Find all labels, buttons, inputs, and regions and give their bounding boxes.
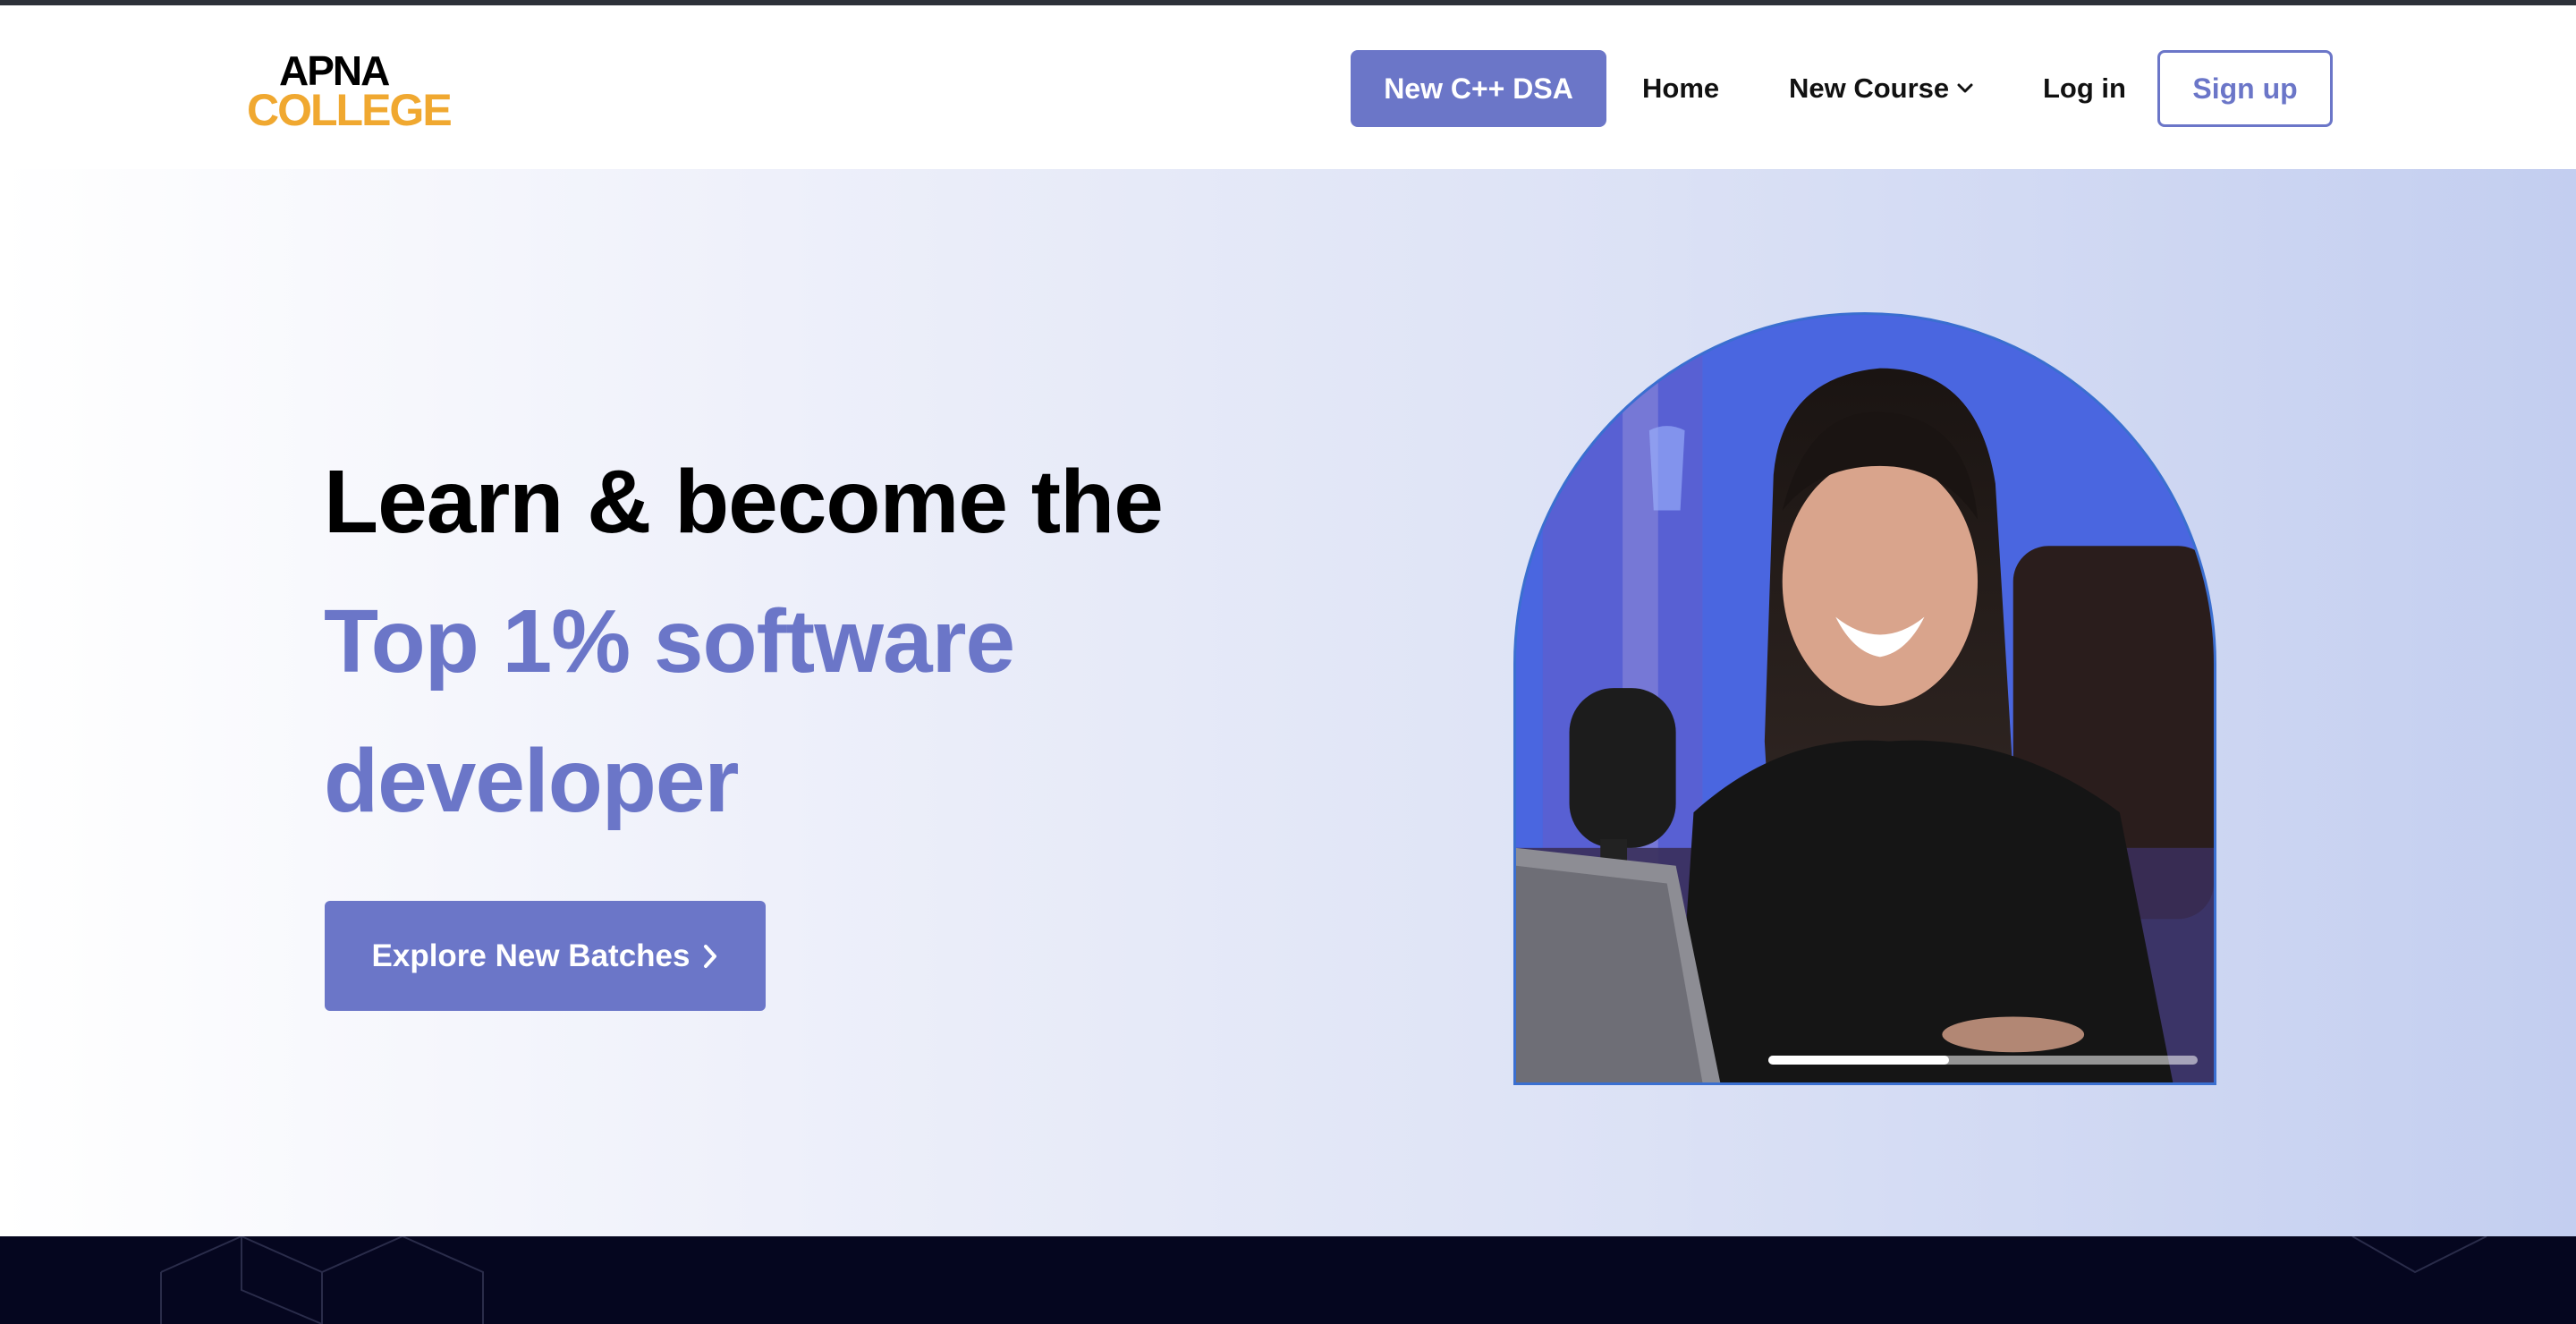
chevron-down-icon bbox=[1957, 83, 1973, 93]
hero-heading-line1: Learn & become the bbox=[324, 452, 1164, 552]
explore-new-batches-button[interactable]: Explore New Batches bbox=[325, 901, 766, 1011]
hero-video[interactable] bbox=[1513, 312, 2216, 1085]
hero-section: Learn & become the Top 1% software devel… bbox=[0, 169, 2576, 1236]
nav-home-link[interactable]: Home bbox=[1642, 50, 1719, 127]
explore-new-batches-label: Explore New Batches bbox=[371, 938, 691, 973]
new-cpp-dsa-button[interactable]: New C++ DSA bbox=[1351, 50, 1606, 127]
hero-heading-line3: developer bbox=[324, 731, 739, 831]
hero-heading-line2: Top 1% software bbox=[324, 591, 1015, 692]
chevron-right-icon bbox=[704, 944, 717, 968]
nav-new-course-dropdown[interactable]: New Course bbox=[1789, 50, 1974, 127]
footer-band bbox=[0, 1236, 2576, 1324]
video-progress-bar[interactable] bbox=[1768, 1056, 2198, 1065]
nav-new-course-label: New Course bbox=[1789, 72, 1950, 104]
instructor-video-illustration bbox=[1516, 315, 2214, 1082]
navbar: APNA COLLEGE New C++ DSA Home New Course… bbox=[0, 5, 2576, 169]
hexagon-pattern-decoration bbox=[160, 1236, 2487, 1324]
signup-button[interactable]: Sign up bbox=[2157, 50, 2333, 127]
logo-line2: COLLEGE bbox=[247, 85, 453, 135]
video-progress-fill bbox=[1768, 1056, 1949, 1065]
logo[interactable]: APNA COLLEGE bbox=[247, 48, 453, 138]
nav-login-link[interactable]: Log in bbox=[2043, 50, 2126, 127]
